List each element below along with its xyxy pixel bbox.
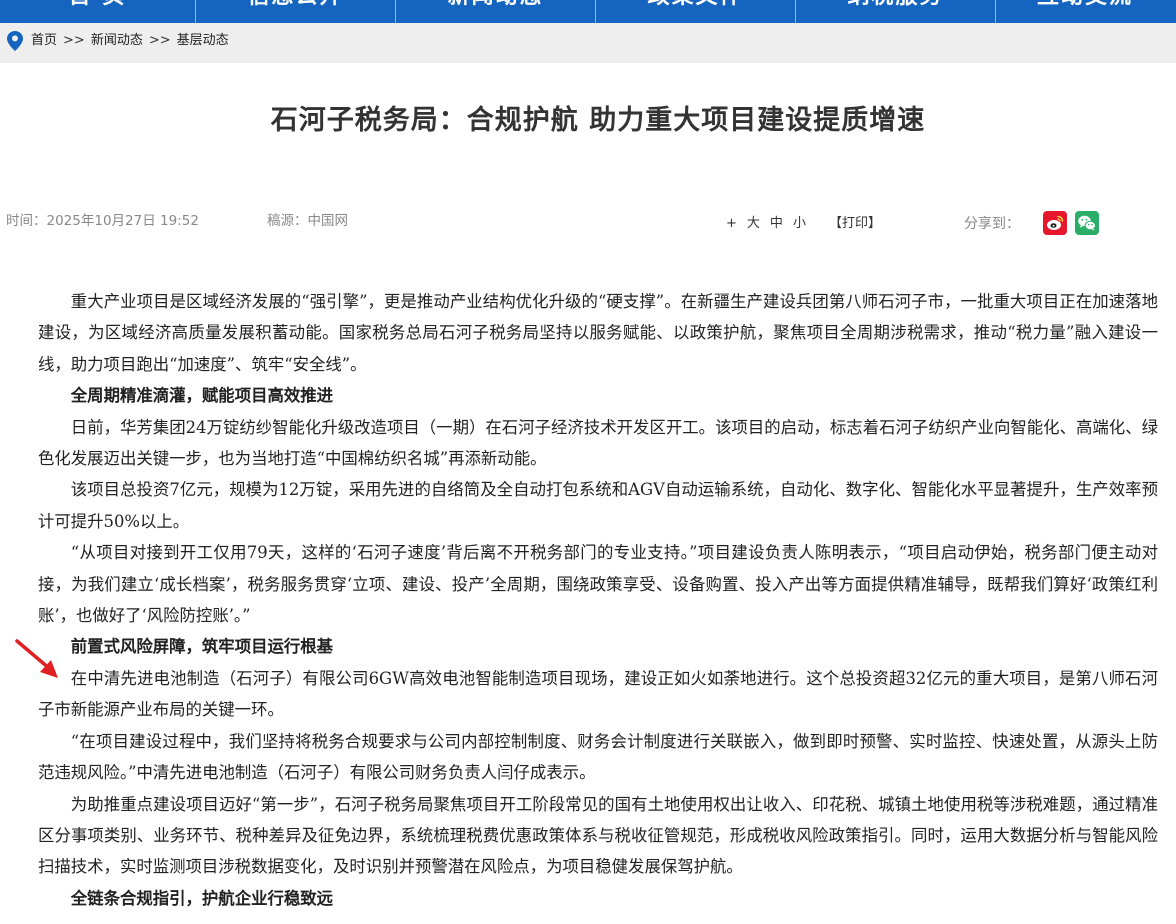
page-title: 石河子税务局：合规护航 助力重大项目建设提质增速	[270, 105, 926, 136]
nav-item-tax-service[interactable]: 纳税服务	[796, 0, 996, 23]
nav-item-label: 纳税服务	[796, 0, 995, 10]
article-subheading: 全周期精准滴灌，赋能项目高效推进	[70, 386, 334, 406]
print-button[interactable]: 【打印】	[829, 212, 881, 231]
font-size-plus: +	[726, 216, 737, 231]
breadcrumb-separator: >>	[63, 33, 85, 48]
nav-item-interaction[interactable]: 互动交流	[996, 0, 1174, 23]
article-body: 重大产业项目是区域经济发展的“强引擎”，更是推动产业结构优化升级的“硬支撑”。在…	[38, 286, 1158, 914]
breadcrumb-grassroots[interactable]: 基层动态	[177, 33, 229, 48]
breadcrumb-separator: >>	[148, 33, 171, 48]
article-subheading: 前置式风险屏障，筑牢项目运行根基	[70, 637, 334, 657]
font-size-small-button[interactable]: 小	[793, 216, 806, 231]
publish-time: 时间：2025年10月27日 19:52	[6, 213, 199, 229]
article-paragraph: 在中清先进电池制造（石河子）有限公司6GW高效电池智能制造项目现场，建设正如火如…	[38, 668, 1158, 720]
breadcrumb: 首页 >> 新闻动态 >> 基层动态	[31, 32, 229, 50]
nav-item-label: 首 页	[0, 0, 195, 10]
nav-item-news[interactable]: 新闻动态	[396, 0, 596, 23]
annotation-arrow-icon	[15, 639, 58, 678]
nav-item-label: 政策文件	[596, 0, 795, 10]
nav-item-info-disclosure[interactable]: 信息公开	[196, 0, 396, 23]
font-size-medium-button[interactable]: 中	[770, 216, 783, 231]
font-size-large-button[interactable]: 大	[747, 216, 760, 231]
breadcrumb-home[interactable]: 首页	[31, 33, 57, 48]
article-paragraph: 日前，华芳集团24万锭纺纱智能化升级改造项目（一期）在石河子经济技术开发区开工。…	[38, 417, 1158, 469]
nav-item-label: 互动交流	[996, 0, 1174, 10]
article-paragraph: 为助推重点建设项目迈好“第一步”，石河子税务局聚焦项目开工阶段常见的国有土地使用…	[38, 794, 1158, 877]
nav-item-label: 信息公开	[196, 0, 395, 10]
article-source: 稿源：中国网	[267, 213, 348, 229]
article-paragraph: “在项目建设过程中，我们坚持将税务合规要求与公司内部控制制度、财务会计制度进行关…	[38, 731, 1158, 783]
nav-item-policy[interactable]: 政策文件	[596, 0, 796, 23]
weibo-share-icon[interactable]	[1043, 211, 1067, 235]
nav-item-label: 新闻动态	[396, 0, 595, 10]
article-paragraph: 重大产业项目是区域经济发展的“强引擎”，更是推动产业结构优化升级的“硬支撑”。在…	[38, 292, 1158, 374]
font-size-controls: + 大中小	[726, 212, 816, 231]
article-paragraph: 该项目总投资7亿元，规模为12万锭，采用先进的自络筒及全自动打包系统和AGV自动…	[38, 480, 1158, 531]
nav-item-home[interactable]: 首 页	[0, 0, 196, 23]
breadcrumb-bar: 首页 >> 新闻动态 >> 基层动态	[0, 23, 1176, 63]
location-pin-icon	[7, 31, 23, 51]
share-label: 分享到：	[964, 216, 1020, 232]
wechat-share-icon[interactable]	[1075, 211, 1099, 235]
top-nav: 首 页 信息公开 新闻动态 政策文件 纳税服务 互动交流	[0, 0, 1176, 23]
breadcrumb-news[interactable]: 新闻动态	[91, 33, 143, 48]
article-paragraph: “从项目对接到开工仅用79天，这样的‘石河子速度’背后离不开税务部门的专业支持。…	[38, 543, 1158, 626]
article-subheading: 全链条合规指引，护航企业行稳致远	[70, 888, 334, 908]
